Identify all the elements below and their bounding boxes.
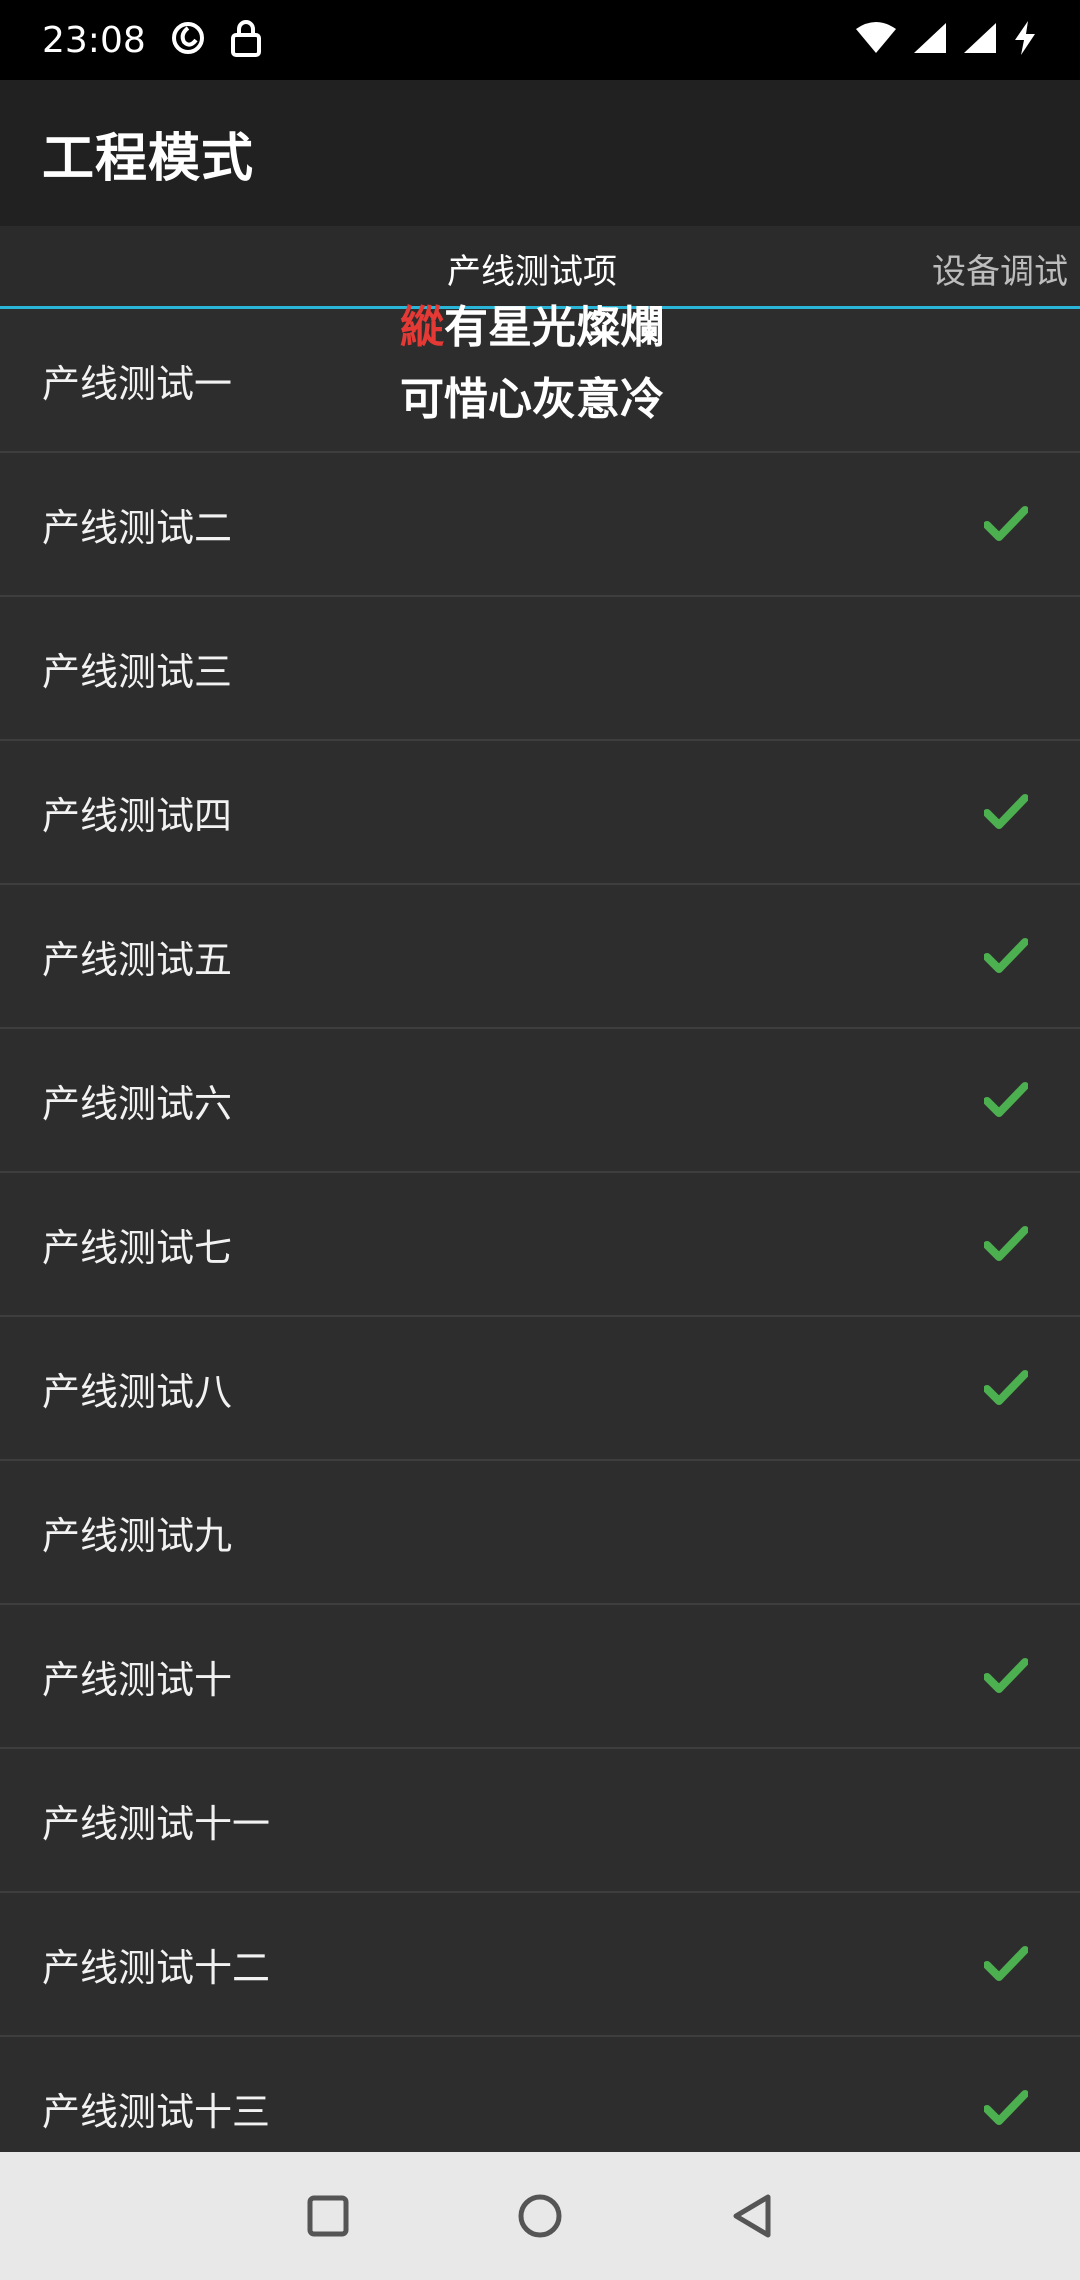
list-item[interactable]: 产线测试二 — [0, 453, 1080, 597]
list-item[interactable]: 产线测试十 — [0, 1605, 1080, 1749]
navigation-bar — [0, 2152, 1080, 2280]
signal-icon — [962, 21, 998, 59]
tab-production-test-items[interactable]: 产线测试项 — [447, 226, 617, 310]
list-item[interactable]: 产线测试四 — [0, 741, 1080, 885]
status-bar: 23:08 — [0, 0, 1080, 80]
app-bar: 工程模式 — [0, 80, 1080, 226]
sync-icon — [170, 20, 206, 60]
check-icon — [984, 2090, 1028, 2125]
check-icon — [984, 938, 1028, 973]
check-icon — [984, 1946, 1028, 1981]
tab-bar: 产线测试项 设备调试 — [0, 226, 1080, 310]
test-item-list: 产线测试一 产线测试二 产线测试三 产线测试四 产线测试五 产线测试六 产线测试… — [0, 309, 1080, 2181]
check-icon — [984, 1226, 1028, 1261]
list-item-label: 产线测试六 — [42, 1081, 233, 1126]
list-item-label: 产线测试三 — [42, 649, 233, 694]
list-item-label: 产线测试五 — [42, 937, 233, 982]
wifi-icon — [854, 21, 898, 59]
list-item[interactable]: 产线测试九 — [0, 1461, 1080, 1605]
check-icon — [984, 1082, 1028, 1117]
status-time: 23:08 — [42, 19, 146, 61]
list-item-label: 产线测试二 — [42, 505, 233, 550]
check-icon — [984, 1658, 1028, 1693]
list-item-label: 产线测试八 — [42, 1369, 233, 1414]
list-item-label: 产线测试十 — [42, 1657, 233, 1702]
tab-device-debug[interactable]: 设备调试 — [932, 226, 1068, 310]
list-item-label: 产线测试十二 — [42, 1945, 271, 1990]
list-item[interactable]: 产线测试三 — [0, 597, 1080, 741]
tab-label: 产线测试项 — [447, 251, 617, 292]
list-item[interactable]: 产线测试十二 — [0, 1893, 1080, 2037]
list-item[interactable]: 产线测试六 — [0, 1029, 1080, 1173]
list-item[interactable]: 产线测试十一 — [0, 1749, 1080, 1893]
list-item-label: 产线测试九 — [42, 1513, 233, 1558]
check-icon — [984, 1370, 1028, 1405]
list-item-label: 产线测试十一 — [42, 1801, 271, 1846]
list-item[interactable]: 产线测试八 — [0, 1317, 1080, 1461]
tab-label: 设备调试 — [932, 251, 1068, 292]
home-button[interactable] — [514, 2190, 566, 2242]
check-icon — [984, 506, 1028, 541]
lock-icon — [230, 19, 262, 61]
charging-icon — [1012, 20, 1038, 60]
list-item[interactable]: 产线测试七 — [0, 1173, 1080, 1317]
check-icon — [984, 794, 1028, 829]
square-icon — [307, 2195, 349, 2237]
list-item-label: 产线测试七 — [42, 1225, 233, 1270]
list-item[interactable]: 产线测试五 — [0, 885, 1080, 1029]
list-item[interactable]: 产线测试一 — [0, 309, 1080, 453]
list-item-label: 产线测试十三 — [42, 2089, 271, 2134]
back-button[interactable] — [726, 2190, 778, 2242]
circle-icon — [518, 2194, 562, 2238]
app-title: 工程模式 — [42, 128, 255, 189]
recents-button[interactable] — [302, 2190, 354, 2242]
list-item-label: 产线测试一 — [42, 361, 233, 406]
list-item-label: 产线测试四 — [42, 793, 233, 838]
signal-icon — [912, 21, 948, 59]
triangle-back-icon — [733, 2194, 771, 2238]
